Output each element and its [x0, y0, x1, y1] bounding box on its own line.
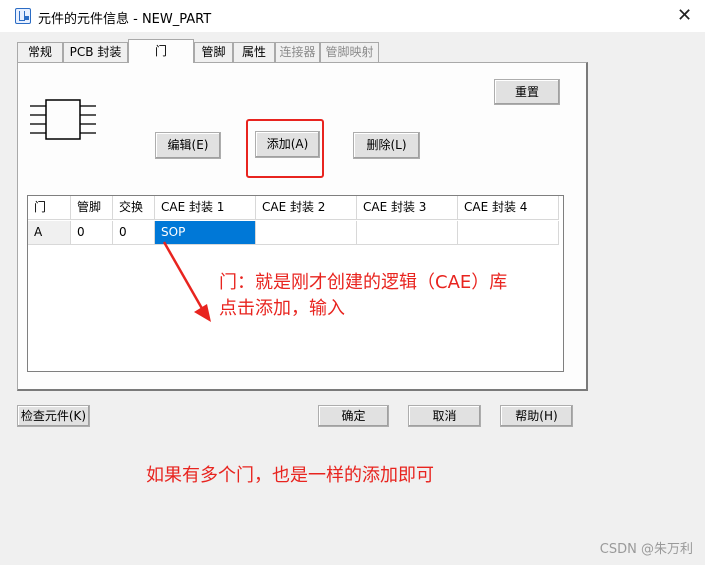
cancel-button[interactable]: 取消	[408, 405, 481, 427]
cell-cae3[interactable]	[357, 221, 458, 245]
tab-attributes[interactable]: 属性	[233, 42, 275, 63]
close-button[interactable]: ✕	[664, 0, 705, 32]
title-bar: 元件的元件信息 - NEW_PART ✕	[0, 0, 705, 32]
cell-gate[interactable]: A	[28, 221, 71, 245]
annotation-note-line1: 门：就是刚才创建的逻辑（CAE）库	[219, 272, 508, 293]
tab-pins[interactable]: 管脚	[194, 42, 233, 63]
column-header-cae1[interactable]: CAE 封装 1	[155, 196, 256, 220]
check-part-button[interactable]: 检查元件(K)	[17, 405, 90, 427]
column-header-pins[interactable]: 管脚	[71, 196, 113, 220]
column-header-cae4[interactable]: CAE 封装 4	[458, 196, 559, 220]
app-icon	[15, 8, 31, 24]
column-header-cae3[interactable]: CAE 封装 3	[357, 196, 458, 220]
cell-pins[interactable]: 0	[71, 221, 113, 245]
tab-general[interactable]: 常规	[17, 42, 63, 63]
cell-cae2[interactable]	[256, 221, 357, 245]
tab-connector: 连接器	[275, 42, 320, 63]
ok-button[interactable]: 确定	[318, 405, 389, 427]
add-button-highlight	[246, 119, 324, 178]
annotation-note-gate: 门：就是刚才创建的逻辑（CAE）库 点击添加，输入	[219, 270, 507, 322]
cell-cae4[interactable]	[458, 221, 559, 245]
tab-pcb-decal[interactable]: PCB 封装	[63, 42, 128, 63]
tab-pin-mapping: 管脚映射	[320, 42, 379, 63]
help-button[interactable]: 帮助(H)	[500, 405, 573, 427]
annotation-arrow-icon	[162, 241, 211, 322]
watermark: CSDN @朱万利	[599, 542, 693, 557]
column-header-cae2[interactable]: CAE 封装 2	[256, 196, 357, 220]
reset-button[interactable]: 重置	[494, 79, 560, 105]
delete-button[interactable]: 删除(L)	[353, 132, 420, 159]
annotation-note-line2: 点击添加，输入	[219, 298, 345, 319]
column-header-gate[interactable]: 门	[28, 196, 71, 220]
column-header-swap[interactable]: 交换	[113, 196, 155, 220]
cell-swap[interactable]: 0	[113, 221, 155, 245]
edit-button[interactable]: 编辑(E)	[155, 132, 221, 159]
window-title: 元件的元件信息 - NEW_PART	[38, 12, 212, 27]
ic-chip-icon	[30, 99, 96, 140]
annotation-note-multiple-gates: 如果有多个门，也是一样的添加即可	[146, 465, 434, 486]
tab-gates[interactable]: 门	[128, 39, 194, 63]
